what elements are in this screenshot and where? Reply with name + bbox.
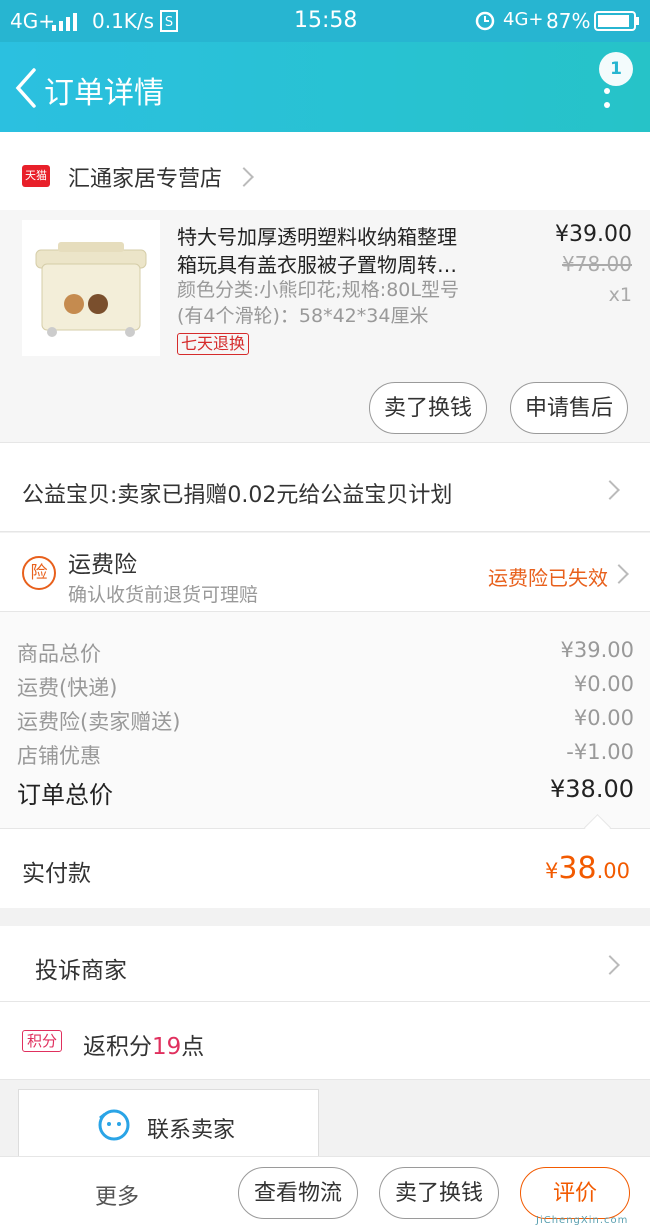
bottom-action-bar: 更多 查看物流 卖了换钱 评价 JiChengXin.com <box>0 1156 650 1228</box>
sell-for-cash-bottom-button[interactable]: 卖了换钱 <box>379 1167 499 1219</box>
points-suffix: 点 <box>181 1034 205 1060</box>
tmall-badge: 天猫 <box>22 165 50 187</box>
signal-label: 4G+ <box>10 9 55 33</box>
network-label: 4G+ <box>503 9 544 30</box>
product-title-line2: 箱玩具有盖衣服被子置物周转… <box>177 253 457 277</box>
summary-row-value: ¥39.00 <box>560 638 634 662</box>
payment-amount-dec: .00 <box>596 859 630 883</box>
more-button[interactable]: 更多 <box>95 1179 139 1211</box>
order-total-value: ¥38.00 <box>550 775 634 803</box>
payment-amount-int: 38 <box>558 851 597 886</box>
charity-text: 公益宝贝:卖家已捐赠0.02元给公益宝贝计划 <box>22 483 453 508</box>
points-badge: 积分 <box>22 1030 63 1052</box>
battery-icon <box>594 11 640 36</box>
chevron-right-icon <box>600 480 620 500</box>
apply-after-sale-button[interactable]: 申请售后 <box>510 382 628 434</box>
more-menu-icon[interactable] <box>601 88 613 112</box>
contact-seller-button[interactable]: 联系卖家 <box>18 1089 319 1161</box>
nav-bar: 订单详情 1 <box>0 42 650 132</box>
order-total-label: 订单总价 <box>17 781 113 809</box>
points-text: 返积分19点 <box>83 1027 204 1061</box>
original-price: ¥78.00 <box>562 252 632 276</box>
product-title[interactable]: 特大号加厚透明塑料收纳箱整理 箱玩具有盖衣服被子置物周转… <box>177 223 457 279</box>
review-button[interactable]: 评价 <box>520 1167 630 1219</box>
summary-row-label: 店铺优惠 <box>17 744 101 768</box>
points-prefix: 返积分 <box>83 1034 152 1060</box>
points-row: 积分 返积分19点 <box>0 1002 650 1080</box>
watermark: JiChengXin.com <box>536 1215 629 1226</box>
signal-bars-icon <box>52 12 80 36</box>
complaint-label: 投诉商家 <box>35 958 127 984</box>
product-spec-line1: 颜色分类:小熊印花;规格:80L型号 <box>177 279 459 301</box>
status-bar: 4G+ 0.1K/s S 15:58 4G+ 87% <box>0 0 650 42</box>
svg-text:S: S <box>165 15 173 30</box>
price-summary: 商品总价 ¥39.00 运费(快递) ¥0.00 运费险(卖家赠送) ¥0.00… <box>0 612 650 829</box>
view-logistics-button[interactable]: 查看物流 <box>238 1167 358 1219</box>
product-price: ¥39.00 <box>555 222 632 247</box>
chevron-right-icon <box>234 167 254 187</box>
product-quantity: x1 <box>608 284 632 306</box>
shop-name: 汇通家居专营店 <box>68 167 223 192</box>
payment-currency: ¥ <box>545 859 559 883</box>
network-speed: 0.1K/s <box>92 9 155 33</box>
charity-row[interactable]: 公益宝贝:卖家已捐赠0.02元给公益宝贝计划 <box>0 442 650 532</box>
summary-row-label: 运费(快递) <box>17 676 118 700</box>
product-card[interactable]: 特大号加厚透明塑料收纳箱整理 箱玩具有盖衣服被子置物周转… 颜色分类:小熊印花;… <box>0 210 650 442</box>
seven-day-return-tag: 七天退换 <box>177 333 250 355</box>
product-spec-line2: (有4个滑轮)：58*42*34厘米 <box>177 305 429 327</box>
complaint-row[interactable]: 投诉商家 <box>0 926 650 1002</box>
summary-row-value: ¥0.00 <box>573 672 634 696</box>
message-badge[interactable]: 1 <box>599 52 633 86</box>
chevron-right-icon <box>609 564 629 584</box>
summary-row-label: 运费险(卖家赠送) <box>17 710 181 734</box>
product-spec: 颜色分类:小熊印花;规格:80L型号 (有4个滑轮)：58*42*34厘米 <box>177 277 459 329</box>
insurance-status: 运费险已失效 <box>488 566 608 590</box>
insurance-subtitle: 确认收货前退货可理赔 <box>68 584 259 606</box>
product-image[interactable] <box>22 220 160 356</box>
alarm-icon <box>474 9 496 36</box>
insurance-icon: 险 <box>22 556 56 590</box>
clock: 15:58 <box>294 8 358 33</box>
shipping-insurance-row[interactable]: 险 运费险 确认收货前退货可理赔 运费险已失效 <box>0 533 650 612</box>
points-count: 19 <box>152 1034 182 1060</box>
chevron-right-icon <box>600 955 620 975</box>
summary-row-value: ¥0.00 <box>573 706 634 730</box>
insurance-title: 运费险 <box>68 552 137 578</box>
payment-row: 实付款 ¥38.00 <box>0 829 650 908</box>
summary-row-label: 商品总价 <box>17 642 101 666</box>
product-title-line1: 特大号加厚透明塑料收纳箱整理 <box>177 225 457 249</box>
payment-amount: ¥38.00 <box>480 851 630 886</box>
battery-percent: 87% <box>546 9 591 33</box>
page-title: 订单详情 <box>44 76 164 111</box>
sim-icon: S <box>160 10 178 37</box>
payment-label: 实付款 <box>22 861 91 887</box>
back-icon[interactable] <box>8 66 44 110</box>
shop-header[interactable]: 天猫 汇通家居专营店 <box>0 132 650 210</box>
contact-seller-label: 联系卖家 <box>147 1118 236 1143</box>
sell-for-cash-button[interactable]: 卖了换钱 <box>369 382 487 434</box>
wangwang-chat-icon <box>97 1108 131 1146</box>
summary-row-value: -¥1.00 <box>566 740 634 764</box>
